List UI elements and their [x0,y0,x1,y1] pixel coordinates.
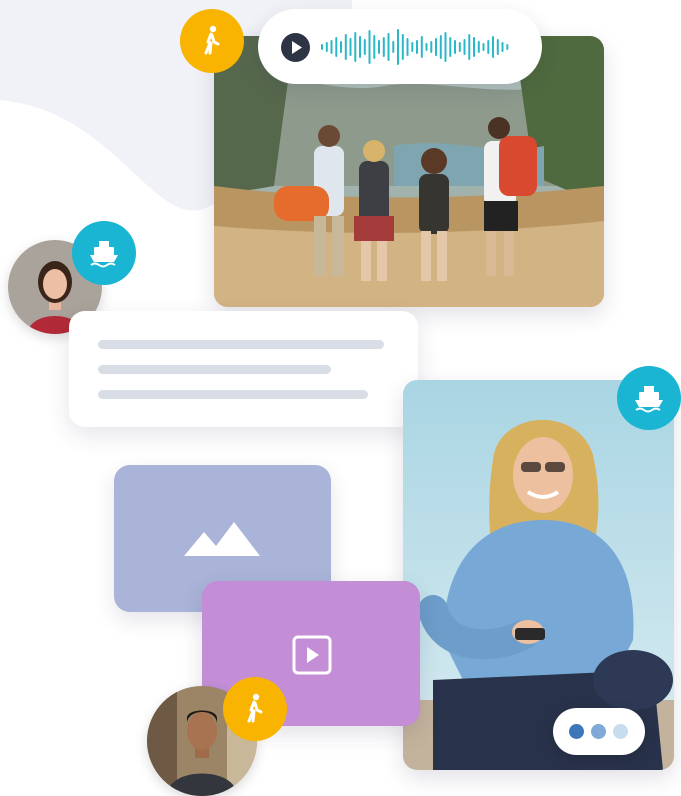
ferry-badge [617,366,681,430]
ferry-badge [72,221,136,285]
ferry-icon [635,386,663,413]
walking-icon [247,693,263,723]
text-line-placeholder [98,365,331,374]
play-icon [292,41,302,54]
typing-dot [613,724,628,739]
audio-waveform [321,29,509,65]
typing-dot [591,724,606,739]
typing-dot [569,724,584,739]
play-square-icon [292,635,332,675]
text-line-placeholder [98,390,368,399]
play-button[interactable] [281,33,310,62]
walking-badge [223,677,287,741]
mountains-icon [184,522,260,556]
walking-icon [204,25,220,55]
walking-badge [180,9,244,73]
typing-indicator [553,708,645,755]
text-message-card[interactable] [69,311,418,427]
text-line-placeholder [98,340,384,349]
ferry-icon [90,241,118,268]
